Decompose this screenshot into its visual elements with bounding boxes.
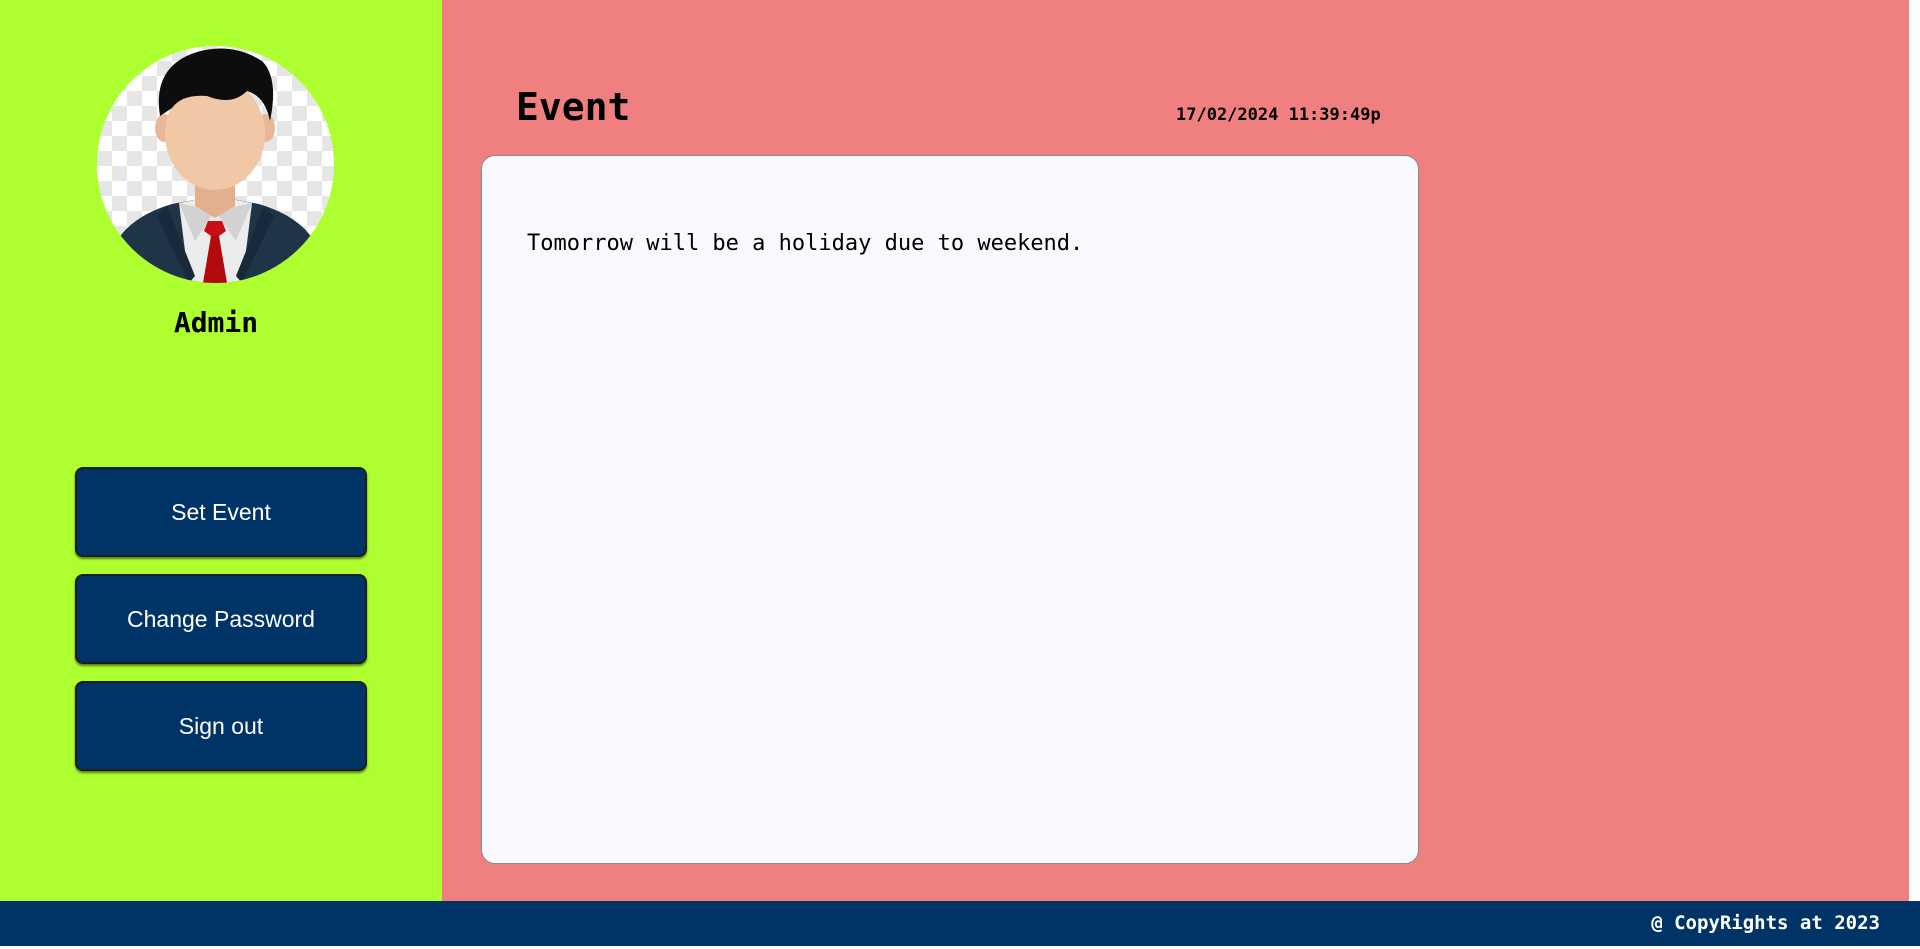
copyright-text: @ CopyRights at 2023 [1651,912,1880,934]
sidebar: Admin Set Event Change Password Sign out [0,0,442,901]
event-message: Tomorrow will be a holiday due to weeken… [527,231,1084,256]
user-avatar-icon [107,48,324,283]
footer: @ CopyRights at 2023 [0,901,1920,946]
right-edge [1909,0,1920,901]
app-root: Admin Set Event Change Password Sign out… [0,0,1920,949]
current-datetime: 17/02/2024 11:39:49p [1176,105,1381,125]
change-password-button[interactable]: Change Password [75,574,367,664]
user-name: Admin [173,306,259,339]
sign-out-button[interactable]: Sign out [75,681,367,771]
set-event-button[interactable]: Set Event [75,467,367,557]
avatar [97,46,334,283]
event-card: Tomorrow will be a holiday due to weeken… [481,155,1419,864]
page-title: Event [516,85,631,129]
